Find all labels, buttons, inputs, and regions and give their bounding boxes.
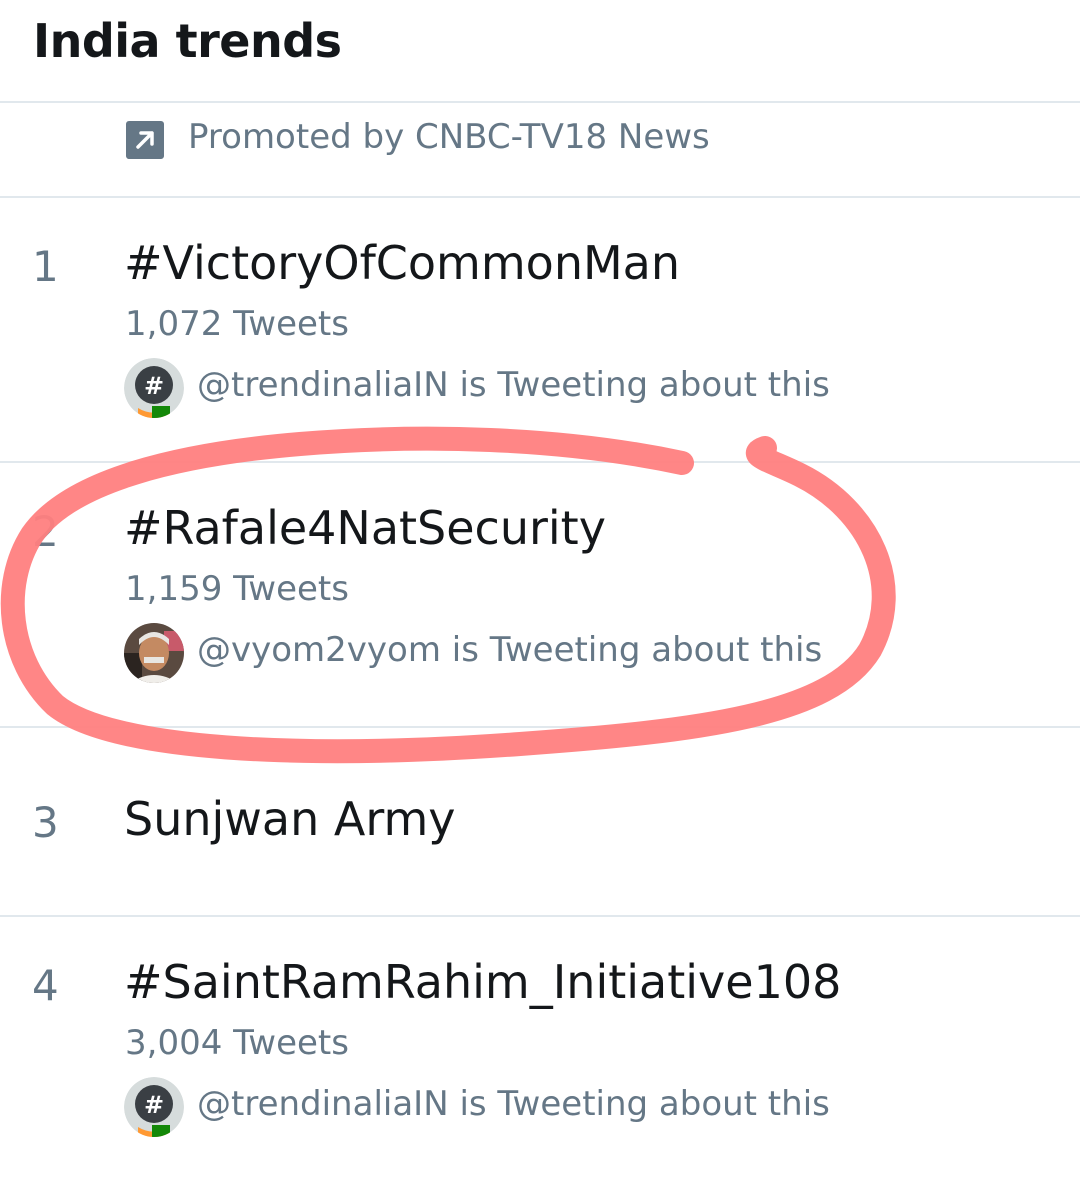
trend-name[interactable]: #SaintRamRahim_Initiative108 bbox=[124, 955, 841, 1009]
promoted-label: Promoted by CNBC-TV18 News bbox=[188, 117, 710, 157]
trend-name[interactable]: Sunjwan Army bbox=[124, 792, 455, 846]
trends-header: India trends bbox=[0, 0, 1080, 103]
promoted-row[interactable]: Promoted by CNBC-TV18 News bbox=[0, 103, 1080, 198]
trend-name[interactable]: #Rafale4NatSecurity bbox=[124, 501, 606, 555]
user-photo-avatar[interactable] bbox=[124, 623, 184, 683]
tweet-count: 1,159 Tweets bbox=[125, 569, 349, 609]
trendinalia-hashtag-avatar[interactable]: # bbox=[124, 1077, 184, 1137]
trend-name[interactable]: #VictoryOfCommonMan bbox=[124, 236, 680, 290]
context-label: @vyom2vyom is Tweeting about this bbox=[197, 630, 823, 670]
svg-text:#: # bbox=[144, 1091, 164, 1119]
context-label: @trendinaliaIN is Tweeting about this bbox=[197, 365, 830, 405]
context-label: @trendinaliaIN is Tweeting about this bbox=[197, 1084, 830, 1124]
trend-context: @vyom2vyom is Tweeting about this bbox=[124, 623, 884, 683]
tweet-count: 1,072 Tweets bbox=[125, 304, 349, 344]
svg-text:#: # bbox=[144, 372, 164, 400]
trendinalia-hashtag-avatar[interactable]: # bbox=[124, 358, 184, 418]
trend-context: # @trendinaliaIN is Tweeting about this bbox=[124, 1077, 884, 1137]
trend-rank: 4 bbox=[32, 961, 59, 1010]
trend-item-1[interactable]: 1 #VictoryOfCommonMan 1,072 Tweets # @tr… bbox=[0, 198, 1080, 463]
trend-rank: 2 bbox=[32, 507, 59, 556]
page-title: India trends bbox=[33, 14, 342, 68]
trend-item-2[interactable]: 2 #Rafale4NatSecurity 1,159 Tweets @vyom… bbox=[0, 463, 1080, 728]
promoted-arrow-icon bbox=[126, 121, 164, 159]
trend-item-3[interactable]: 3 Sunjwan Army bbox=[0, 728, 1080, 917]
trend-item-4[interactable]: 4 #SaintRamRahim_Initiative108 3,004 Twe… bbox=[0, 917, 1080, 1178]
trend-rank: 1 bbox=[32, 242, 59, 291]
trend-rank: 3 bbox=[32, 798, 59, 847]
trend-context: # @trendinaliaIN is Tweeting about this bbox=[124, 358, 884, 418]
tweet-count: 3,004 Tweets bbox=[125, 1023, 349, 1063]
